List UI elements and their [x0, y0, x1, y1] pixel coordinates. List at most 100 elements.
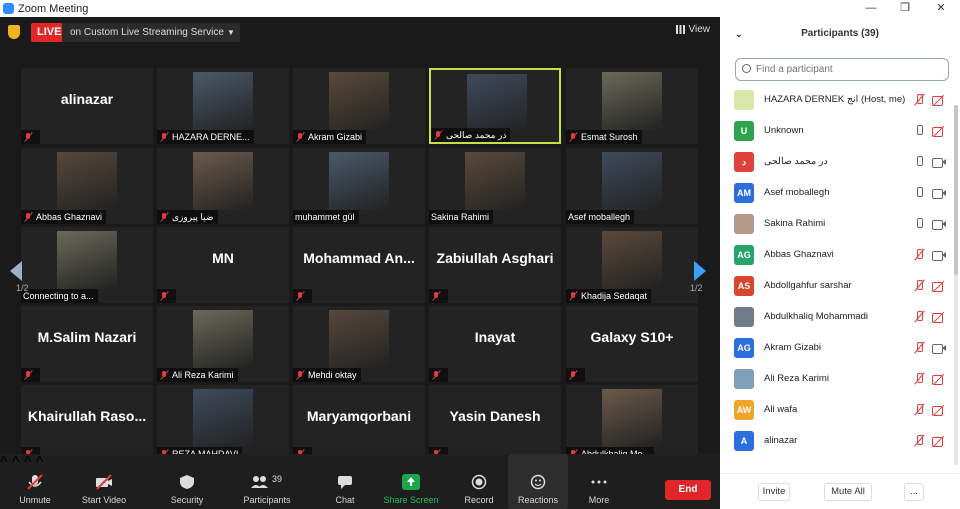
mic-muted-icon — [26, 474, 44, 490]
mic-muted-icon[interactable] — [914, 404, 924, 416]
participant-tile[interactable]: Zabiullah Asghari — [429, 227, 561, 303]
participant-list-name: Unknown — [764, 125, 804, 136]
view-button[interactable]: View — [675, 24, 710, 35]
participant-tile[interactable]: MN — [157, 227, 289, 303]
security-button[interactable]: Security — [166, 454, 208, 509]
participant-tile[interactable]: Mohammad An... — [293, 227, 425, 303]
mic-muted-icon[interactable] — [914, 435, 924, 447]
mic-icon[interactable] — [914, 187, 924, 199]
mic-muted-icon[interactable] — [914, 311, 924, 323]
security-shield-icon[interactable] — [8, 25, 20, 39]
participant-tile[interactable]: Galaxy S10+ — [566, 306, 698, 382]
participant-row[interactable]: د در محمد صالحی — [720, 147, 960, 178]
participant-tile[interactable]: Khadija Sedaqat — [566, 227, 698, 303]
avatar: د — [734, 152, 754, 172]
participant-big-name: M.Salim Nazari — [37, 329, 137, 345]
audio-options-chevron-icon[interactable]: ^ — [0, 454, 8, 471]
participant-tile[interactable]: Inayat — [429, 306, 561, 382]
participant-tile[interactable]: Sakina Rahimi — [429, 148, 561, 224]
video-icon — [932, 343, 946, 354]
mic-muted-icon[interactable] — [914, 280, 924, 292]
page-indicator-left: 1/2 — [16, 283, 29, 293]
participants-icon: 39 — [250, 474, 284, 490]
participant-name: Esmat Surosh — [581, 132, 638, 142]
panel-more-button[interactable]: ... — [904, 483, 924, 501]
mic-icon[interactable] — [914, 125, 924, 137]
participant-tile[interactable]: alinazar — [21, 68, 153, 144]
participant-tile[interactable]: M.Salim Nazari — [21, 306, 153, 382]
participant-row[interactable]: AS Abdollgahfur sarshar — [720, 271, 960, 302]
participant-list-name: Akram Gizabi — [764, 342, 822, 353]
participant-tile[interactable]: muhammet gül — [293, 148, 425, 224]
maximize-button[interactable]: ❐ — [890, 0, 920, 17]
avatar — [734, 369, 754, 389]
collapse-chevron-icon[interactable]: ⌄ — [735, 17, 743, 51]
participant-tile[interactable]: Mehdi oktay — [293, 306, 425, 382]
participant-row[interactable]: Aalinazar — [720, 426, 960, 457]
participant-row[interactable]: AG Akram Gizabi — [720, 333, 960, 364]
participant-list-name: در محمد صالحی — [764, 156, 828, 167]
prev-page-arrow-icon[interactable] — [10, 261, 22, 281]
more-button[interactable]: More — [582, 454, 616, 509]
close-button[interactable]: ✕ — [926, 0, 956, 17]
mic-muted-icon — [295, 291, 305, 301]
participant-tile[interactable]: Asef moballegh — [566, 148, 698, 224]
mute-all-button[interactable]: Mute All — [824, 483, 872, 501]
participant-row[interactable]: HAZARA DERNEK انج (Host, me) — [720, 85, 960, 116]
record-button[interactable]: Record — [461, 454, 497, 509]
participant-name: Asef moballegh — [568, 212, 631, 222]
participant-search-field[interactable] — [735, 58, 949, 81]
participants-button[interactable]: 39 Participants — [240, 454, 294, 509]
mic-muted-icon[interactable] — [914, 94, 924, 106]
participant-tile[interactable]: Yasin Danesh — [429, 385, 561, 461]
participant-tile[interactable]: Khairullah Raso... — [21, 385, 153, 461]
participant-row[interactable]: U Unknown — [720, 116, 960, 147]
participant-search-input[interactable] — [756, 64, 936, 75]
meeting-toolbar: Unmute ^ Start Video ^ Security 39 Parti… — [0, 454, 720, 509]
meeting-topbar: LIVE on Custom Live Streaming Service ▼ … — [0, 17, 720, 49]
participant-tile[interactable]: Abbas Ghaznavi — [21, 148, 153, 224]
start-video-button[interactable]: Start Video — [78, 454, 130, 509]
invite-button[interactable]: Invite — [758, 483, 790, 501]
participant-tile[interactable]: Abdulkhaliq Mo... — [566, 385, 698, 461]
participant-tile[interactable]: REZA MAHDAVI — [157, 385, 289, 461]
participant-row[interactable]: AG Abbas Ghaznavi — [720, 240, 960, 271]
participant-row[interactable]: AM Asef moballegh — [720, 178, 960, 209]
participant-tile[interactable]: Akram Gizabi — [293, 68, 425, 144]
mic-muted-icon — [23, 212, 33, 222]
video-off-icon — [932, 312, 946, 323]
mic-muted-icon[interactable] — [914, 373, 924, 385]
participant-video — [57, 152, 117, 210]
next-page-arrow-icon[interactable] — [694, 261, 706, 281]
participant-name: Ali Reza Karimi — [172, 370, 234, 380]
unmute-button[interactable]: Unmute — [14, 454, 56, 509]
participant-row[interactable]: Sakina Rahimi — [720, 209, 960, 240]
avatar: A — [734, 431, 754, 451]
participant-list-name: Sakina Rahimi — [764, 218, 826, 229]
participant-tile[interactable]: Connecting to a... — [21, 227, 153, 303]
minimize-button[interactable]: — — [856, 0, 886, 17]
participant-row[interactable]: AW Ali wafa — [720, 395, 960, 426]
participant-tile[interactable]: Esmat Surosh — [566, 68, 698, 144]
participant-row[interactable]: Ali Reza Karimi — [720, 364, 960, 395]
mic-icon[interactable] — [914, 156, 924, 168]
mic-muted-icon — [433, 130, 443, 140]
participant-list-scrollbar[interactable] — [954, 105, 958, 465]
participant-list-name: Ali Reza Karimi — [764, 373, 829, 384]
mic-muted-icon[interactable] — [914, 249, 924, 261]
grid-icon — [675, 25, 685, 34]
mic-icon[interactable] — [914, 218, 924, 230]
participant-tile[interactable]: HAZARA DERNE... — [157, 68, 289, 144]
participant-tile[interactable]: Ali Reza Karimi — [157, 306, 289, 382]
participant-tile[interactable]: ضیا پیروزی — [157, 148, 289, 224]
participant-tile[interactable]: در محمد صالحی — [429, 68, 561, 144]
end-meeting-button[interactable]: End — [665, 480, 711, 500]
chat-button[interactable]: Chat — [330, 454, 360, 509]
mic-muted-icon[interactable] — [914, 342, 924, 354]
share-screen-button[interactable]: Share Screen — [383, 454, 439, 509]
participant-tile[interactable]: Maryamqorbani — [293, 385, 425, 461]
reactions-button[interactable]: Reactions — [508, 454, 568, 509]
live-service-dropdown[interactable]: on Custom Live Streaming Service ▼ — [62, 23, 240, 42]
participant-row[interactable]: Abdulkhaliq Mohammadi — [720, 302, 960, 333]
participants-label: Participants — [243, 495, 291, 505]
